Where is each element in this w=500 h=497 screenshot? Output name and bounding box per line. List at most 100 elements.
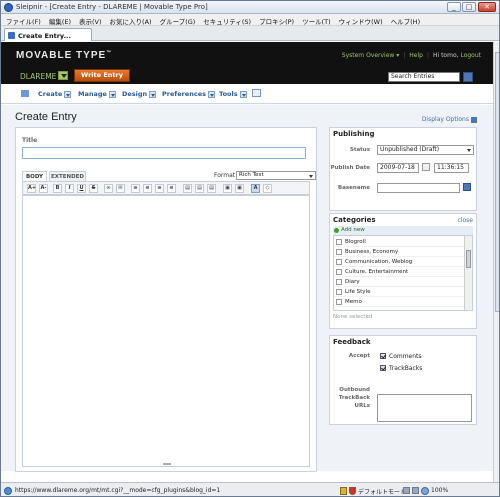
underline-button[interactable]: U bbox=[77, 184, 86, 193]
italic-button[interactable]: I bbox=[65, 184, 74, 193]
blog-switcher-dropdown[interactable] bbox=[58, 71, 68, 80]
logout-link[interactable]: Logout bbox=[460, 52, 481, 59]
trackbacks-checkbox[interactable] bbox=[380, 365, 386, 371]
link-button[interactable]: ∞ bbox=[104, 184, 113, 193]
outdent-button[interactable]: ≡ bbox=[143, 184, 152, 193]
menu-view[interactable]: 表示(V) bbox=[74, 14, 105, 26]
nav-preferences[interactable]: Preferences bbox=[162, 90, 215, 98]
scroll-thumb[interactable] bbox=[495, 52, 499, 312]
calendar-icon[interactable] bbox=[252, 89, 261, 97]
help-link[interactable]: Help bbox=[409, 52, 423, 59]
blog-name[interactable]: DLAREME bbox=[20, 72, 56, 81]
bold-button[interactable]: B bbox=[53, 184, 62, 193]
popup-block-icon[interactable] bbox=[403, 487, 410, 494]
indent-button[interactable]: ≡ bbox=[131, 184, 140, 193]
category-checkbox[interactable] bbox=[336, 239, 342, 245]
maximize-button[interactable]: □ bbox=[462, 2, 476, 12]
resize-grip[interactable] bbox=[163, 463, 171, 465]
numbered-list-button[interactable]: ≡ bbox=[167, 184, 176, 193]
search-go-icon[interactable] bbox=[463, 72, 473, 82]
sleipnir-app-icon[interactable] bbox=[4, 3, 13, 12]
chevron-down-icon[interactable] bbox=[208, 90, 215, 98]
zoom-level[interactable]: 100% bbox=[431, 487, 448, 494]
zoom-icon[interactable] bbox=[421, 487, 429, 495]
menu-group[interactable]: グループ(G) bbox=[155, 14, 199, 26]
add-new-category-link[interactable]: Add new bbox=[333, 226, 473, 235]
align-center-button[interactable]: ▤ bbox=[195, 184, 204, 193]
calendar-icon[interactable] bbox=[422, 163, 430, 171]
strikethrough-button[interactable]: S bbox=[89, 184, 98, 193]
text-color-button[interactable]: A bbox=[251, 184, 260, 193]
lock-icon[interactable] bbox=[463, 183, 471, 191]
category-scrollbar[interactable] bbox=[464, 236, 472, 310]
insert-image-button[interactable]: ▣ bbox=[223, 184, 232, 193]
category-item[interactable]: Communication, Weblog bbox=[334, 257, 465, 267]
category-checkbox[interactable] bbox=[336, 279, 342, 285]
tab-body[interactable]: BODY bbox=[22, 171, 47, 181]
default-mode-label[interactable]: デフォルトモード bbox=[358, 487, 406, 496]
nav-manage[interactable]: Manage bbox=[78, 90, 116, 98]
system-overview-link[interactable]: System Overview ▾ bbox=[342, 52, 399, 59]
scroll-thumb[interactable] bbox=[466, 250, 471, 268]
basename-input[interactable] bbox=[377, 183, 460, 193]
write-entry-button[interactable]: Write Entry bbox=[74, 69, 130, 82]
publish-date-input[interactable]: 2009-07-18 bbox=[377, 163, 419, 173]
category-checkbox[interactable] bbox=[336, 269, 342, 275]
menu-edit[interactable]: 編集(E) bbox=[44, 14, 74, 26]
menu-file[interactable]: ファイル(F) bbox=[1, 14, 44, 26]
options-toggle-icon[interactable] bbox=[471, 116, 477, 123]
feature-icon[interactable] bbox=[412, 487, 419, 494]
category-item[interactable]: Diary bbox=[334, 277, 465, 287]
movable-type-logo[interactable]: MOVABLE TYPE™ bbox=[16, 50, 112, 61]
category-item[interactable]: Memo bbox=[334, 297, 465, 307]
title-input[interactable] bbox=[22, 147, 306, 159]
nav-design[interactable]: Design bbox=[122, 90, 157, 98]
menu-proxy[interactable]: プロキシ(P) bbox=[254, 14, 297, 26]
body-editor-area[interactable] bbox=[22, 195, 310, 467]
category-item[interactable]: Business, Economy bbox=[334, 247, 465, 257]
comments-checkbox[interactable] bbox=[380, 353, 386, 359]
minimize-button[interactable]: _ bbox=[447, 2, 461, 12]
publish-time-input[interactable]: 11:36:15 bbox=[434, 163, 469, 173]
category-checkbox[interactable] bbox=[336, 299, 342, 305]
home-icon[interactable] bbox=[21, 90, 29, 97]
category-checkbox[interactable] bbox=[336, 289, 342, 295]
trackbacks-label[interactable]: TrackBacks bbox=[389, 365, 422, 372]
nav-create[interactable]: Create bbox=[38, 90, 72, 98]
format-select[interactable]: Rich Text bbox=[236, 171, 316, 180]
categories-close-link[interactable]: close bbox=[458, 217, 473, 224]
category-checkbox[interactable] bbox=[336, 259, 342, 265]
comments-label[interactable]: Comments bbox=[389, 353, 422, 360]
html-mode-button[interactable]: ◇ bbox=[263, 184, 272, 193]
insert-file-button[interactable]: ▣ bbox=[235, 184, 244, 193]
nav-tools[interactable]: Tools bbox=[219, 90, 247, 98]
align-left-button[interactable]: ▤ bbox=[183, 184, 192, 193]
lock-icon[interactable] bbox=[340, 487, 347, 495]
category-item[interactable]: Blogroll bbox=[334, 237, 465, 247]
chevron-down-icon[interactable] bbox=[239, 90, 247, 98]
menu-help[interactable]: ヘルプ(H) bbox=[386, 14, 423, 26]
search-entries-input[interactable]: Search Entries bbox=[388, 72, 460, 82]
email-link-button[interactable]: ✉ bbox=[116, 184, 125, 193]
category-item[interactable]: Culture, Entertainment bbox=[334, 267, 465, 277]
tab-create-entry[interactable]: Create Entry... bbox=[4, 28, 92, 41]
tab-extended[interactable]: EXTENDED bbox=[49, 171, 86, 181]
align-right-button[interactable]: ▤ bbox=[207, 184, 216, 193]
bulleted-list-button[interactable]: ≡ bbox=[155, 184, 164, 193]
font-size-down-button[interactable]: A- bbox=[39, 184, 48, 193]
shield-icon[interactable] bbox=[349, 487, 356, 495]
category-checkbox[interactable] bbox=[336, 249, 342, 255]
chevron-down-icon[interactable] bbox=[108, 90, 116, 98]
menu-favorites[interactable]: お気に入り(A) bbox=[105, 14, 155, 26]
display-options-link[interactable]: Display Options bbox=[422, 116, 477, 123]
status-select[interactable]: Unpublished (Draft) bbox=[377, 145, 474, 155]
page-scrollbar[interactable] bbox=[493, 42, 499, 482]
close-window-button[interactable]: ✕ bbox=[478, 2, 496, 12]
chevron-down-icon[interactable] bbox=[149, 90, 157, 98]
menu-window[interactable]: ウィンドウ(W) bbox=[334, 14, 386, 26]
outbound-trackback-urls-input[interactable] bbox=[377, 394, 472, 422]
chevron-down-icon[interactable] bbox=[64, 90, 72, 98]
menu-tools[interactable]: ツール(T) bbox=[297, 14, 334, 26]
font-size-up-button[interactable]: A+ bbox=[27, 184, 36, 193]
category-item[interactable]: Life Style bbox=[334, 287, 465, 297]
